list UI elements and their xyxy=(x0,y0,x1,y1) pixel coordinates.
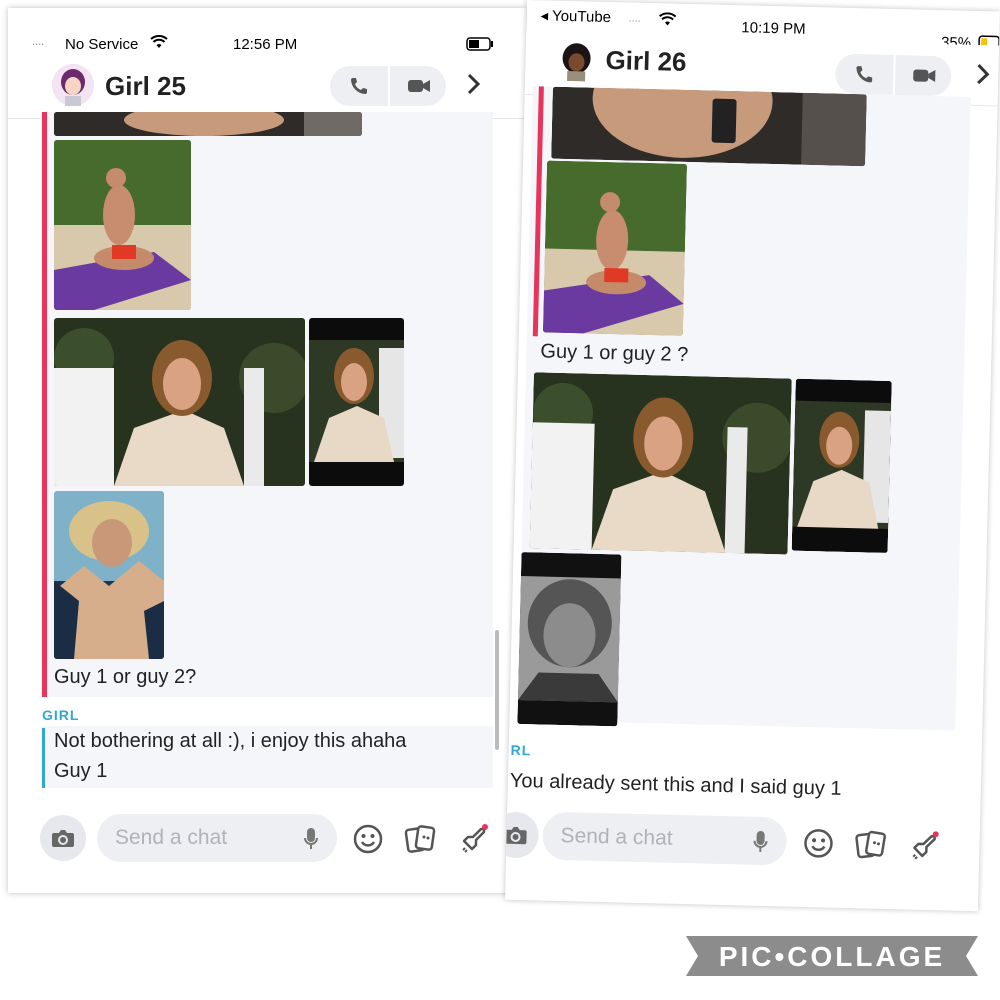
message-text: You already sent this and I said guy 1 xyxy=(509,769,842,800)
carrier-label: No Service xyxy=(65,36,139,53)
call-buttons xyxy=(330,66,446,106)
pic-collage-watermark: PIC•COLLAGE xyxy=(686,936,978,976)
chat-header: Girl 25 xyxy=(8,58,526,119)
photo-message[interactable] xyxy=(54,140,191,310)
call-buttons xyxy=(834,53,954,97)
watermark-text: PIC•COLLAGE xyxy=(718,941,946,972)
chat-title: Girl 25 xyxy=(105,71,186,101)
camera-icon xyxy=(52,830,74,847)
message-text: Not bothering at all :), i enjoy this ah… xyxy=(54,730,407,752)
back-to-app[interactable]: ◂ YouTube xyxy=(540,6,611,26)
composer-bar xyxy=(8,803,526,873)
mic-icon[interactable] xyxy=(300,825,322,853)
chat-title: Girl 26 xyxy=(605,44,687,77)
clock: 10:19 PM xyxy=(741,19,806,38)
video-icon xyxy=(913,69,936,82)
camera-icon xyxy=(505,826,527,845)
phone-icon xyxy=(856,66,873,83)
phone-icon xyxy=(351,78,367,94)
photo-message[interactable] xyxy=(54,491,164,659)
camera-button[interactable] xyxy=(505,811,540,859)
photo-message[interactable] xyxy=(542,160,688,336)
battery-icon xyxy=(466,37,494,55)
right-chat-screenshot: ◂ YouTube .... 10:19 PM 35% Girl 26 Guy … xyxy=(505,0,1000,912)
video-call-button[interactable] xyxy=(390,66,448,106)
photo-message[interactable] xyxy=(309,318,404,486)
video-icon xyxy=(408,80,430,92)
photo-message[interactable] xyxy=(517,552,622,727)
emoji-icon[interactable] xyxy=(802,827,835,860)
photo-message[interactable] xyxy=(54,112,362,136)
stickers-icon[interactable] xyxy=(403,823,437,855)
status-bar: .... No Service 12:56 PM xyxy=(8,8,526,53)
avatar[interactable] xyxy=(52,64,94,106)
left-chat-screenshot: .... No Service 12:56 PM Girl 25 Guy 1 o… xyxy=(8,8,526,893)
photo-message[interactable] xyxy=(791,378,892,553)
message-text: Guy 1 xyxy=(54,760,108,782)
voice-call-button[interactable] xyxy=(835,54,894,95)
wifi-icon xyxy=(658,12,677,30)
emoji-icon[interactable] xyxy=(352,823,384,855)
message-text: Guy 1 or guy 2 ? xyxy=(540,340,689,367)
video-call-button[interactable] xyxy=(895,55,954,96)
signal-icon: .... xyxy=(32,36,45,48)
photo-message[interactable] xyxy=(54,318,305,486)
wifi-icon xyxy=(150,35,168,53)
signal-icon: .... xyxy=(628,12,641,25)
sender-indicator-bar xyxy=(42,112,47,697)
composer-bar xyxy=(505,799,981,882)
sender-name: GIRL xyxy=(42,707,80,723)
photo-message[interactable] xyxy=(551,86,867,167)
camera-button[interactable] xyxy=(40,815,86,861)
mic-icon[interactable] xyxy=(749,828,772,857)
stickers-icon[interactable] xyxy=(853,828,888,861)
rocket-icon[interactable] xyxy=(456,823,490,857)
sender-indicator-bar xyxy=(42,728,45,788)
message-text: Guy 1 or guy 2? xyxy=(54,666,197,688)
chevron-right-icon[interactable] xyxy=(975,62,992,93)
photo-message[interactable] xyxy=(529,372,792,555)
voice-call-button[interactable] xyxy=(330,66,388,106)
chevron-right-icon[interactable] xyxy=(466,72,482,103)
scrollbar[interactable] xyxy=(495,630,499,750)
sender-name: RL xyxy=(510,741,532,759)
avatar[interactable] xyxy=(555,39,598,82)
clock: 12:56 PM xyxy=(233,36,298,53)
rocket-icon[interactable] xyxy=(906,830,941,865)
